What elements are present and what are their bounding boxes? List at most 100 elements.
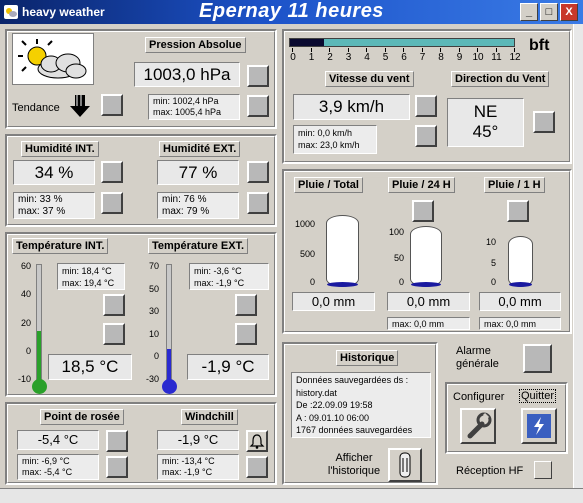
configure-button[interactable] [460,408,496,444]
bell-icon [249,434,265,449]
tExtTicks-label: 0 [153,351,159,362]
wind-scale-tick-label: 10 [472,52,484,63]
trend-alarm-button[interactable] [101,94,123,116]
temp-int-bulb [32,379,47,394]
wind-speed-alarm-button[interactable] [415,95,437,117]
hum-int-min: min: 33 % [18,194,63,205]
windchill-minmax-button[interactable] [246,456,268,478]
dew-alarm-button[interactable] [106,430,128,452]
wind-scale-tick-label: 2 [327,52,333,63]
windchill-value: -1,9 °C [157,430,239,450]
rain-24h-header: Pluie / 24 H [388,177,455,193]
dew-minmax-button[interactable] [106,456,128,478]
show-history-button[interactable] [388,448,422,482]
tExtTicks-label: 50 [148,283,159,294]
wind-dir-alarm-button[interactable] [533,111,555,133]
wind-scale-tick-label: 12 [509,52,521,63]
wind-scale-tick-label: 0 [290,52,296,63]
temp-int-alarm-button-1[interactable] [103,294,125,316]
wind-scale-tick-label: 4 [364,52,370,63]
temp-int-minmax: min: 18,4 °C max: 19,4 °C [57,263,125,290]
wind-scale-tick-label: 6 [401,52,407,63]
history-line: A : 09.01.10 06:00 [296,412,370,423]
rain-panel: Pluie / Total Pluie / 24 H Pluie / 1 H 1… [282,169,572,334]
temperature-panel: Température INT. Température EXT. 60 40 20… [5,232,277,397]
rain-total-gauge [326,215,359,287]
window-title: Epernay 11 heures [199,0,384,22]
dew-min: min: -6,9 °C [22,456,70,466]
wrench-icon [467,412,492,439]
hf-label: Réception HF [456,465,524,477]
general-alarm-button[interactable] [523,344,552,373]
rain-total-header: Pluie / Total [294,177,363,193]
hum-int-minmax-button[interactable] [101,192,123,214]
hum-int-header: Humidité INT. [21,141,99,157]
show-history-label-line: Afficher [335,452,373,464]
rain-24h-alarm-button[interactable] [412,200,434,222]
pressure-panel: Pression Absolue 1003,0 hPa Tendance min… [5,29,277,129]
temp-ext-bulb [162,379,177,394]
rain-1h-value: 0,0 mm [479,292,561,311]
hf-indicator[interactable] [534,461,552,479]
rain-24h-max: max: 0,0 mm [387,317,470,330]
temp-ext-alarm-button-2[interactable] [235,323,257,345]
pressure-value: 1003,0 hPa [134,62,240,87]
temp-int-alarm-button-2[interactable] [103,323,125,345]
windchill-header: Windchill [181,409,238,425]
wind-speed-minmax-button[interactable] [415,125,437,147]
temp-ext-min: min: -3,6 °C [194,266,242,276]
minimize-button[interactable]: _ [520,3,538,21]
wind-speed-minmax: min: 0,0 km/h max: 23,0 km/h [293,125,377,154]
tIntTicks-label: 60 [20,261,31,271]
power-bolt-icon [527,414,551,438]
tExtTicks-label: 10 [148,328,159,339]
temp-int-min: min: 18,4 °C [62,266,112,276]
maximize-button[interactable]: □ [540,3,558,21]
hum-ext-alarm-button[interactable] [247,161,269,183]
wind-speed-min: min: 0,0 km/h [298,128,353,138]
hum-ext-max: max: 79 % [162,206,210,217]
history-line: Données sauvegardées ds : [296,375,409,385]
temp-int-max: max: 19,4 °C [62,278,115,288]
temp-ext-header: Température EXT. [148,238,249,254]
temp-int-value: 18,5 °C [48,354,132,380]
scroll-icon [399,452,411,478]
history-header: Historique [336,350,399,366]
temp-ext-alarm-button-1[interactable] [235,294,257,316]
hum-int-alarm-button[interactable] [101,161,123,183]
hum-ext-minmax-button[interactable] [247,192,269,214]
rain-24h-tick: 50 [393,253,404,263]
alarm-label-line: générale [456,358,499,370]
title-bar: heavy weather Epernay 11 heures _ □ X [0,0,583,24]
trend-down-arrow-icon [69,94,91,121]
pressure-min: min: 1002,4 hPa [153,96,219,106]
tExtTicks-label: 70 [148,261,159,271]
wind-speed-value: 3,9 km/h [293,94,410,120]
wind-panel: bft 0 1 2 3 4 5 6 7 8 9 10 11 12 Vitesse du vent 3,9… [282,29,572,164]
show-history-label: Afficher l'historique [324,452,384,478]
temp-int-fill [37,331,41,381]
rain-total-fill [327,282,358,287]
history-panel: Historique Données sauvegardées ds : his… [282,342,438,485]
temp-int-tube [36,264,42,382]
wind-scale-tick-label: 1 [308,52,315,63]
rain-1h-gauge [508,236,533,287]
close-button[interactable]: X [560,3,578,21]
rain-total-tick: 0 [309,277,315,287]
quit-button[interactable] [521,408,557,444]
window-edge [573,24,583,503]
wind-scale-tick-label: 11 [491,52,502,63]
windchill-alarm-bell-button[interactable] [246,430,268,452]
rain-24h-fill [411,282,441,287]
pressure-minmax-button[interactable] [247,95,269,117]
wind-scale-fill [290,39,324,46]
humidity-panel: Humidité INT. 34 % min: 33 % max: 37 % H… [5,134,277,227]
bottom-scrollbar[interactable] [0,488,583,503]
pressure-alarm-button[interactable] [247,65,269,87]
wind-scale-tick-label: 9 [456,52,463,63]
wind-scale-tick-label: 8 [438,52,444,63]
wind-dir-degrees: 45° [472,122,499,141]
rain-1h-tick: 0 [490,277,496,287]
temp-ext-fill [167,349,171,381]
rain-1h-alarm-button[interactable] [507,200,529,222]
